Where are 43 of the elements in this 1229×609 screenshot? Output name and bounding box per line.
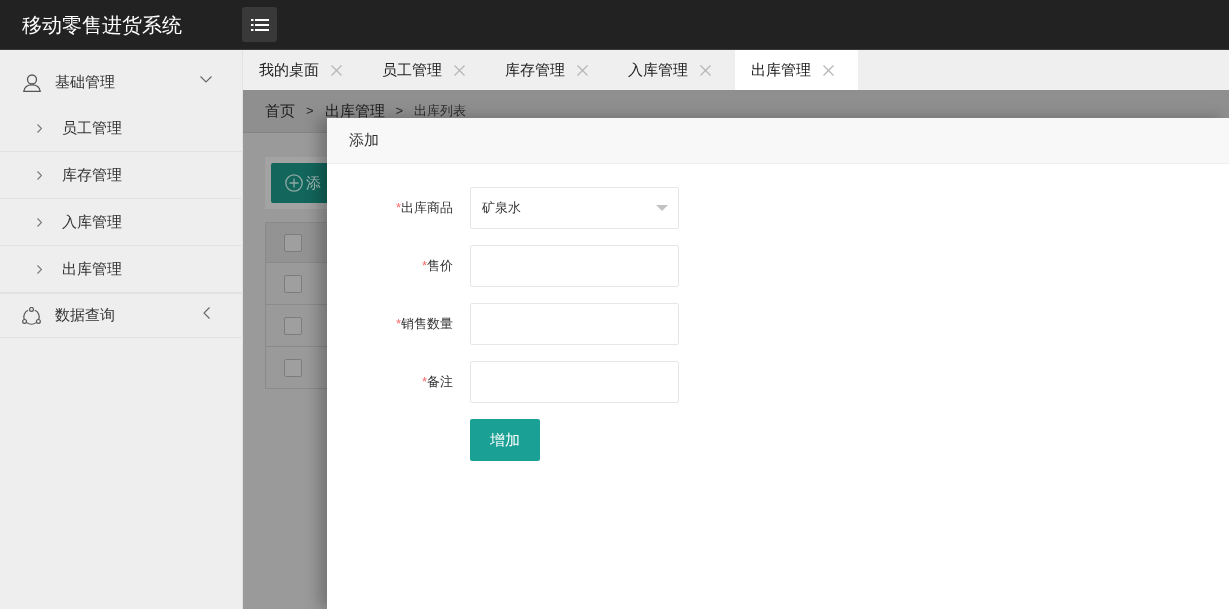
chevron-right-icon (37, 264, 42, 274)
input-field[interactable] (470, 245, 679, 287)
chevron-right-icon (37, 217, 42, 227)
sidebar-item[interactable]: 员工管理 (0, 105, 242, 152)
chevron-down-icon (200, 76, 212, 83)
dialog-title: 添加 (349, 130, 379, 151)
close-icon[interactable] (331, 64, 342, 76)
breadcrumb-separator: > (306, 102, 314, 121)
sidebar-item[interactable]: 库存管理 (0, 152, 242, 199)
input-field[interactable] (470, 361, 679, 403)
tab[interactable]: 出库管理 (735, 50, 858, 90)
user-icon (22, 73, 41, 92)
breadcrumb-current: 出库列表 (414, 102, 467, 121)
sidebar-group-header[interactable]: 数据查询 (0, 293, 242, 338)
checkbox[interactable] (284, 274, 302, 293)
circle-nodes-icon (22, 306, 41, 325)
close-icon[interactable] (454, 64, 465, 76)
sidebar-item[interactable]: 出库管理 (0, 246, 242, 293)
plus-circle-icon (285, 174, 303, 192)
close-icon[interactable] (700, 64, 711, 76)
field-label: *售价 (421, 257, 453, 276)
chevron-right-icon (37, 170, 42, 180)
checkbox[interactable] (284, 316, 302, 335)
breadcrumb-link[interactable]: 首页 (265, 99, 295, 123)
sidebar-group-header[interactable]: 基础管理 (0, 60, 242, 105)
checkbox[interactable] (284, 233, 302, 252)
breadcrumb-link[interactable]: 出库管理 (324, 99, 385, 123)
chevron-right-icon (37, 123, 42, 133)
menu-icon (250, 17, 269, 32)
chevron-left-icon (202, 306, 210, 319)
field-label: *销售数量 (395, 315, 453, 334)
input-field[interactable] (470, 303, 679, 345)
close-icon[interactable] (823, 64, 834, 76)
checkbox[interactable] (284, 358, 302, 377)
breadcrumb-separator: > (395, 102, 404, 121)
menu-toggle-button[interactable] (242, 7, 277, 42)
select-field[interactable]: 矿泉水 (470, 187, 679, 229)
close-icon[interactable] (577, 64, 588, 76)
caret-down-icon (656, 205, 668, 211)
field-label: *备注 (421, 373, 453, 392)
sidebar-item[interactable]: 入库管理 (0, 199, 242, 246)
field-label: *出库商品 (395, 199, 453, 218)
app-title: 移动零售进货系统 (22, 13, 182, 36)
